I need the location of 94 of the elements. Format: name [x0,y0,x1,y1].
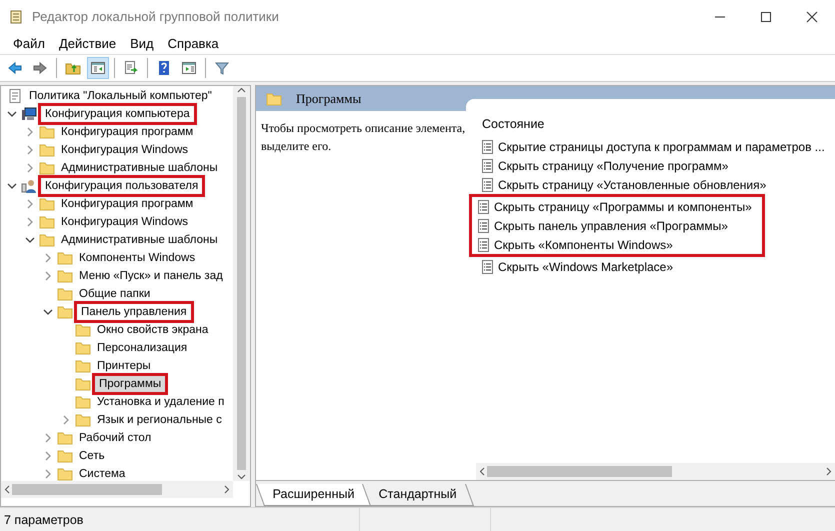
scroll-up-icon [237,86,246,95]
help-icon [156,60,172,76]
setting-icon [480,260,494,274]
tree-item[interactable]: Конфигурация компьютера [41,106,194,122]
tree-item[interactable]: Рабочий стол [77,430,154,446]
user-icon [21,178,37,194]
menu-item[interactable]: Вид [123,36,161,51]
setting-label: Скрыть «Windows Marketplace» [498,260,674,274]
tree-item[interactable]: Панель управления [77,304,191,320]
menu-item[interactable]: Справка [160,36,226,51]
tree-item[interactable]: Политика "Локальный компьютер" [27,88,214,104]
tree-item[interactable]: Программы [95,376,166,392]
folder-icon [266,90,282,106]
scroll-right-icon [824,467,833,476]
tree-item[interactable]: Принтеры [95,358,153,374]
tree-item[interactable]: Административные шаблоны [59,160,220,176]
menu-item[interactable]: Действие [52,36,124,51]
setting-row[interactable]: Скрыть «Компоненты Windows» [469,235,765,257]
tree-item[interactable]: Компоненты Windows [77,250,198,266]
window-title: Редактор локальной групповой политики [32,9,279,24]
vertical-scrollbar[interactable] [233,86,250,481]
tree-item[interactable]: Конфигурация Windows [59,214,190,230]
status-text: 7 параметров [3,512,84,526]
setting-row[interactable]: Скрыть страницу «Получение программ» [473,156,738,175]
folder-icon [75,412,91,428]
setting-icon [480,158,494,172]
tree-item[interactable]: Конфигурация программ [59,196,196,212]
folder-icon [57,430,73,446]
description-text: Чтобы просмотреть описание элемента, выделите его. [260,120,466,155]
folder-icon [39,196,55,212]
tree-item[interactable]: Общие папки [77,286,152,302]
folder-icon [57,304,73,320]
horizontal-scrollbar[interactable] [1,481,233,498]
computer-icon [21,106,37,122]
pane-title: Программы [296,90,362,106]
tree-item[interactable]: Конфигурация программ [59,124,196,140]
setting-row[interactable]: Скрытие страницы доступа к программам и параметров ... [473,137,834,156]
folder-icon [75,322,91,338]
view-tab[interactable]: Расширенный [256,484,372,506]
setting-icon [476,200,490,214]
tree-item[interactable]: Административные шаблоны [59,232,220,248]
setting-label: Скрыть панель управления «Программы» [494,218,728,232]
column-header[interactable]: Состояние [476,99,835,137]
folder-icon [75,340,91,356]
folder-icon [39,214,55,230]
setting-icon [480,178,494,192]
tree-item[interactable]: Сеть [77,448,107,464]
tree-item[interactable]: Язык и региональные с [95,412,224,428]
folder-icon [75,358,91,374]
scroll-down-icon [237,472,246,481]
console-tree-icon [90,60,106,76]
filter-icon [214,60,230,76]
maximize-icon[interactable] [760,10,772,22]
back-arrow-icon [7,60,23,76]
setting-icon [476,218,490,232]
folder-icon [39,142,55,158]
tree-item[interactable]: Установка и удаление п [95,394,226,410]
folder-icon [57,250,73,266]
setting-label: Скрыть «Компоненты Windows» [494,238,673,252]
folder-icon [57,286,73,302]
setting-icon [476,238,490,252]
tree-item[interactable]: Конфигурация Windows [59,142,190,158]
tree-item[interactable]: Конфигурация пользователя [41,178,202,194]
export-list-icon [123,60,139,76]
setting-row[interactable]: Скрыть панель управления «Программы» [469,216,765,235]
view-tab[interactable]: Стандартный [362,484,474,506]
setting-icon [480,140,494,154]
scroll-left-icon [3,485,12,494]
tree-item[interactable]: Меню «Пуск» и панель зад [77,268,225,284]
horizontal-scrollbar[interactable] [476,463,835,480]
setting-label: Скрыть страницу «Получение программ» [498,158,728,172]
menu-item[interactable]: Файл [6,36,52,51]
toolbar-button[interactable] [87,57,109,79]
folder-icon [75,394,91,410]
folder-icon [57,268,73,284]
setting-label: Скрытие страницы доступа к программам и параметров ... [498,140,825,154]
setting-row[interactable]: Скрыть «Windows Marketplace» [473,257,682,276]
scroll-right-icon [222,485,231,494]
close-icon[interactable] [806,10,818,22]
folder-icon [57,448,73,464]
folder-icon [39,232,55,248]
tree-item[interactable]: Персонализация [95,340,190,356]
folder-icon [39,124,55,140]
folder-icon [75,376,91,392]
action-pane-icon [181,60,197,76]
setting-label: Скрыть страницу «Программы и компоненты» [494,200,752,214]
folder-icon [39,160,55,176]
setting-row[interactable]: Скрыть страницу «Программы и компоненты» [469,194,765,216]
setting-row[interactable]: Скрыть страницу «Установленные обновления» [473,175,776,194]
scroll-left-icon [478,467,487,476]
setting-label: Скрыть страницу «Установленные обновления» [498,178,766,192]
tree-item[interactable]: Окно свойств экрана [95,322,210,338]
tree-item[interactable]: Система [77,466,128,481]
forward-arrow-icon [32,60,48,76]
